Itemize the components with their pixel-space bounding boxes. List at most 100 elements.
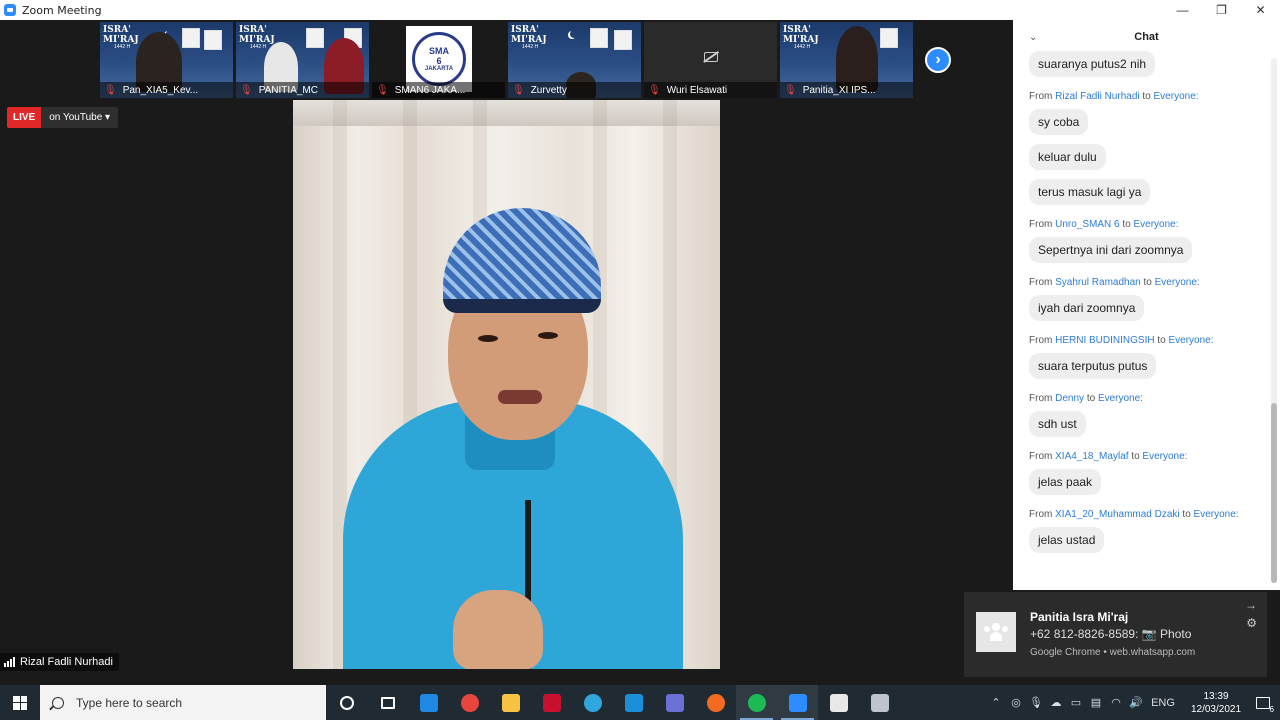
- sender-name[interactable]: Denny: [1055, 393, 1084, 404]
- wifi-icon[interactable]: ◠: [1106, 685, 1126, 720]
- spotify-taskbar-button[interactable]: [736, 685, 777, 720]
- from-word: From: [1029, 219, 1053, 230]
- notification-source: Google Chrome • web.whatsapp.com: [1030, 647, 1196, 658]
- shield-app-taskbar-button[interactable]: [859, 685, 900, 720]
- participant-thumbnail[interactable]: ISRA' MI'RAJ 1442 H 🎙 PANITIA_MC: [236, 22, 369, 98]
- cortana-taskbar-button[interactable]: [326, 685, 367, 720]
- curtain-rod: [293, 100, 720, 126]
- language-indicator[interactable]: ENG: [1146, 685, 1180, 720]
- edge-taskbar-button[interactable]: [572, 685, 613, 720]
- gear-icon[interactable]: ⚙: [1246, 616, 1257, 630]
- chevron-up-icon[interactable]: ⌃: [986, 685, 1006, 720]
- speaker-icon[interactable]: 🔊: [1126, 685, 1146, 720]
- task-view-icon: [380, 696, 395, 709]
- minimize-button[interactable]: —: [1163, 0, 1202, 20]
- chat-title: Chat: [1134, 31, 1159, 43]
- start-button[interactable]: [0, 685, 40, 720]
- teams-like-taskbar-button[interactable]: [654, 685, 695, 720]
- chat-scrollbar[interactable]: [1271, 58, 1277, 583]
- sender-name[interactable]: HERNI BUDININGSIH: [1055, 335, 1154, 346]
- chat-scroll-thumb[interactable]: [1271, 403, 1277, 583]
- recipient-name[interactable]: Everyone:: [1154, 91, 1199, 102]
- zoom-app-icon: [4, 4, 16, 16]
- sender-name[interactable]: XIA1_20_Muhammad Dzaki: [1055, 509, 1180, 520]
- poster-title: ISRA' MI'RAJ: [511, 25, 547, 45]
- live-label: LIVE: [7, 107, 42, 128]
- chat-message: sdh ust: [1029, 406, 1269, 441]
- close-button[interactable]: ✕: [1241, 0, 1280, 20]
- chat-sender-line: From Unro_SMAN 6 to Everyone:: [1029, 218, 1269, 232]
- speaker-mouth: [498, 390, 542, 404]
- live-destination-dropdown[interactable]: on YouTube ▾: [41, 107, 119, 128]
- recipient-name[interactable]: Everyone:: [1142, 451, 1187, 462]
- speaker-eye: [478, 335, 498, 342]
- to-word: to: [1142, 91, 1151, 102]
- next-page-button[interactable]: ›: [925, 47, 951, 73]
- from-word: From: [1029, 509, 1053, 520]
- taskbar-search[interactable]: Type here to search: [40, 685, 326, 720]
- sender-name[interactable]: Unro_SMAN 6: [1055, 219, 1119, 230]
- camera-off-icon: [704, 52, 718, 62]
- l-app-icon: [624, 693, 643, 712]
- spotify-icon: [747, 693, 766, 712]
- sender-name[interactable]: XIA4_18_Maylaf: [1055, 451, 1128, 462]
- participant-thumbnail[interactable]: ISRA' MI'RAJ 1442 H 🎙 Panitia_XI IPS...: [780, 22, 913, 98]
- speaker-eye: [538, 332, 558, 339]
- file-explorer-taskbar-button[interactable]: [490, 685, 531, 720]
- title-bar: Zoom Meeting — ❐ ✕: [0, 0, 1280, 20]
- recipient-name[interactable]: Everyone:: [1168, 335, 1213, 346]
- microphone-icon[interactable]: 🎙: [1026, 685, 1046, 720]
- participant-thumbnail[interactable]: SMA 6 JAKARTA 🎙 SMAN6 JAKA...: [372, 22, 505, 98]
- chrome-taskbar-button[interactable]: [449, 685, 490, 720]
- from-word: From: [1029, 393, 1053, 404]
- live-stream-badge[interactable]: LIVE on YouTube ▾: [7, 107, 119, 128]
- participant-name-label: 🎙 SMAN6 JAKA...: [372, 82, 505, 98]
- participant-thumbnail[interactable]: ISRA' MI'RAJ 1442 H 🎙 Pan_XIA5_Kev...: [100, 22, 233, 98]
- to-word: to: [1157, 335, 1166, 346]
- task-view-taskbar-button[interactable]: [367, 685, 408, 720]
- poster-photo: [614, 30, 632, 50]
- zoom-taskbar-button[interactable]: [777, 685, 818, 720]
- clock[interactable]: 13:39 12/03/2021: [1186, 690, 1246, 716]
- poster-year: 1442 H: [794, 44, 811, 50]
- expand-arrow-icon[interactable]: →: [1245, 598, 1257, 612]
- participant-thumbnail[interactable]: 🎙 Wuri Elsawati: [644, 22, 777, 98]
- desktop-notification[interactable]: Panitia Isra Mi'raj +62 812-8826-8589: 📷…: [964, 592, 1267, 677]
- paint-taskbar-button[interactable]: [818, 685, 859, 720]
- poster-photo: [204, 30, 222, 50]
- mail-taskbar-button[interactable]: [408, 685, 449, 720]
- brave-like-taskbar-button[interactable]: [695, 685, 736, 720]
- window-title: Zoom Meeting: [22, 3, 102, 17]
- mcafee-taskbar-button[interactable]: [531, 685, 572, 720]
- brave-like-icon: [706, 693, 725, 712]
- chat-message: terus masuk lagi ya: [1029, 174, 1269, 209]
- recipient-name[interactable]: Everyone:: [1098, 393, 1143, 404]
- webcam-icon[interactable]: ◎: [1006, 685, 1026, 720]
- from-word: From: [1029, 335, 1053, 346]
- from-word: From: [1029, 91, 1053, 102]
- l-app-taskbar-button[interactable]: [613, 685, 654, 720]
- action-center-button[interactable]: 6: [1246, 685, 1280, 720]
- shield-app-icon: [870, 693, 889, 712]
- participant-thumbnail[interactable]: ISRA' MI'RAJ 1442 H 🎙 Zurvetty: [508, 22, 641, 98]
- recipient-name[interactable]: Everyone:: [1194, 509, 1239, 520]
- poster-title: ISRA' MI'RAJ: [783, 25, 819, 45]
- recipient-name[interactable]: Everyone:: [1155, 277, 1200, 288]
- sender-name[interactable]: Syahrul Ramadhan: [1055, 277, 1141, 288]
- sender-name[interactable]: Rizal Fadli Nurhadi: [1055, 91, 1139, 102]
- speaker-cap: [443, 208, 601, 313]
- chat-bubble: suaranya putus2 nih: [1029, 51, 1156, 77]
- chat-sender-line: From Rizal Fadli Nurhadi to Everyone:: [1029, 90, 1269, 104]
- moon-icon: [570, 30, 578, 38]
- poster-year: 1442 H: [522, 44, 539, 50]
- chat-message: keluar dulu: [1029, 139, 1269, 174]
- chat-bubble: suara terputus putus: [1029, 353, 1157, 379]
- network-icon[interactable]: ▤: [1086, 685, 1106, 720]
- battery-icon[interactable]: ▭: [1066, 685, 1086, 720]
- cloud-icon[interactable]: ☁: [1046, 685, 1066, 720]
- notification-title: Panitia Isra Mi'raj: [1030, 610, 1129, 624]
- participant-name-label: 🎙 Zurvetty: [508, 82, 641, 98]
- recipient-name[interactable]: Everyone:: [1134, 219, 1179, 230]
- maximize-button[interactable]: ❐: [1202, 0, 1241, 20]
- poster-photo: [590, 28, 608, 48]
